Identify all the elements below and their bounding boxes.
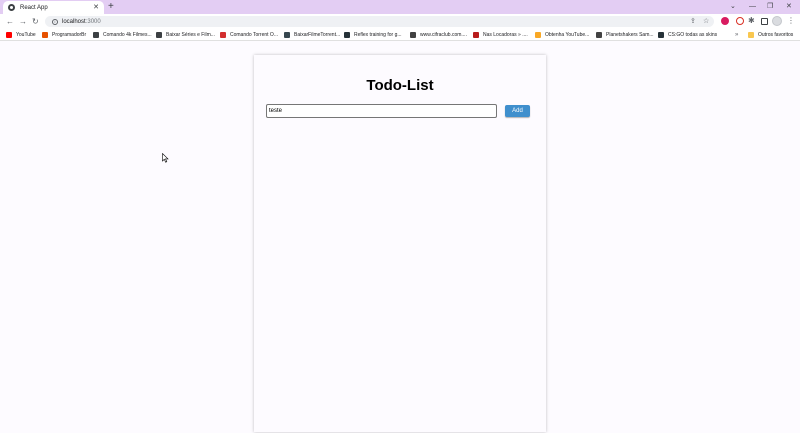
forward-icon[interactable]: → — [19, 16, 27, 27]
url-text: localhost:3000 — [62, 18, 101, 25]
tab-react-app[interactable]: React App ✕ — [3, 1, 104, 14]
minimize-icon[interactable]: — — [749, 2, 756, 11]
c-logo-icon — [220, 32, 226, 38]
bookmark-item[interactable]: Planetshakers Sam... — [596, 30, 654, 40]
bookmark-label: ProgramadorBr — [52, 32, 87, 38]
page-viewport: Todo-List Add — [0, 41, 800, 433]
bookmarks-bar: YouTube ProgramadorBr Comando 4k Filmes...… — [0, 29, 800, 41]
bookmarks-overflow-icon[interactable]: » — [735, 30, 738, 40]
bookmark-item[interactable]: CS:GO todas as skins — [658, 30, 717, 40]
bookmark-star-icon[interactable]: ☆ — [703, 16, 709, 27]
extension-red-icon[interactable] — [721, 17, 729, 25]
bookmark-item[interactable]: YouTube — [6, 30, 36, 40]
share-icon[interactable]: ⇪ — [690, 16, 696, 27]
folder-icon — [748, 32, 754, 38]
menu-kebab-icon[interactable]: ⋮ — [787, 16, 795, 26]
site-info-icon[interactable]: i — [52, 18, 58, 25]
mouse-cursor-icon — [162, 153, 169, 163]
bookmark-label: Reflex training for g... — [354, 32, 402, 38]
address-bar[interactable]: i localhost:3000 ⇪ ☆ — [45, 16, 714, 27]
bookmark-item[interactable]: BaixarFilmeTorrent... — [284, 30, 340, 40]
bookmark-label: Comando 4k Filmes... — [103, 32, 152, 38]
bookmark-item[interactable]: Reflex training for g... — [344, 30, 402, 40]
page-title: Todo-List — [366, 77, 434, 94]
guitar-icon — [410, 32, 416, 38]
bookmark-item[interactable]: www.cifraclub.com.... — [410, 30, 467, 40]
extensions-puzzle-icon[interactable]: ✱ — [748, 16, 755, 26]
headphones-icon — [596, 32, 602, 38]
bookmark-label: Obtenha YouTube... — [545, 32, 590, 38]
extension-adblock-icon[interactable] — [736, 17, 744, 25]
tab-title: React App — [20, 4, 48, 11]
gun-icon — [658, 32, 664, 38]
close-window-icon[interactable]: ✕ — [786, 2, 792, 11]
add-button[interactable]: Add — [505, 105, 530, 117]
target-icon — [344, 32, 350, 38]
profile-avatar[interactable] — [772, 16, 782, 26]
bookmark-item[interactable]: Obtenha YouTube... — [535, 30, 589, 40]
bookmark-label: CS:GO todas as skins — [668, 32, 718, 38]
bookmark-label: YouTube — [16, 32, 36, 38]
bookmark-label: Baixar Séries e Film... — [166, 32, 215, 38]
restore-icon[interactable]: ❐ — [767, 2, 773, 11]
youtube-yellow-icon — [535, 32, 541, 38]
close-tab-icon[interactable]: ✕ — [93, 3, 99, 12]
todo-card: Todo-List Add — [254, 55, 546, 432]
browser-toolbar: ← → ↻ i localhost:3000 ⇪ ☆ ✱ ⋮ — [0, 14, 800, 29]
tab-search-icon[interactable]: ⌄ — [730, 2, 736, 11]
other-bookmarks-folder[interactable]: Outros favoritos — [748, 30, 793, 40]
bookmark-label: Comando Torrent O... — [230, 32, 278, 38]
film-icon — [473, 32, 479, 38]
new-tab-button[interactable]: + — [108, 2, 114, 12]
skull-icon — [156, 32, 162, 38]
bookmark-item[interactable]: Comando 4k Filmes... — [93, 30, 152, 40]
bookmark-item[interactable]: Nas Locadoras » .... — [473, 30, 528, 40]
reload-icon[interactable]: ↻ — [32, 16, 39, 27]
globe-favicon-icon — [8, 4, 15, 11]
page-icon — [284, 32, 290, 38]
bookmark-item[interactable]: Baixar Séries e Film... — [156, 30, 215, 40]
side-panel-icon[interactable] — [761, 18, 768, 25]
globe-icon — [93, 32, 99, 38]
bookmark-label: Nas Locadoras » .... — [483, 32, 528, 38]
tab-strip: React App ✕ + ⌄ — ❐ ✕ — [0, 0, 800, 14]
bookmark-label: BaixarFilmeTorrent... — [294, 32, 341, 38]
bookmark-item[interactable]: ProgramadorBr — [42, 30, 86, 40]
bookmark-item[interactable]: Comando Torrent O... — [220, 30, 278, 40]
bookmark-label: www.cifraclub.com.... — [420, 32, 467, 38]
flame-icon — [42, 32, 48, 38]
todo-input[interactable] — [266, 104, 497, 118]
bookmark-label: Planetshakers Sam... — [606, 32, 654, 38]
youtube-icon — [6, 32, 12, 38]
other-bookmarks-label: Outros favoritos — [758, 32, 794, 38]
back-icon[interactable]: ← — [6, 16, 14, 27]
